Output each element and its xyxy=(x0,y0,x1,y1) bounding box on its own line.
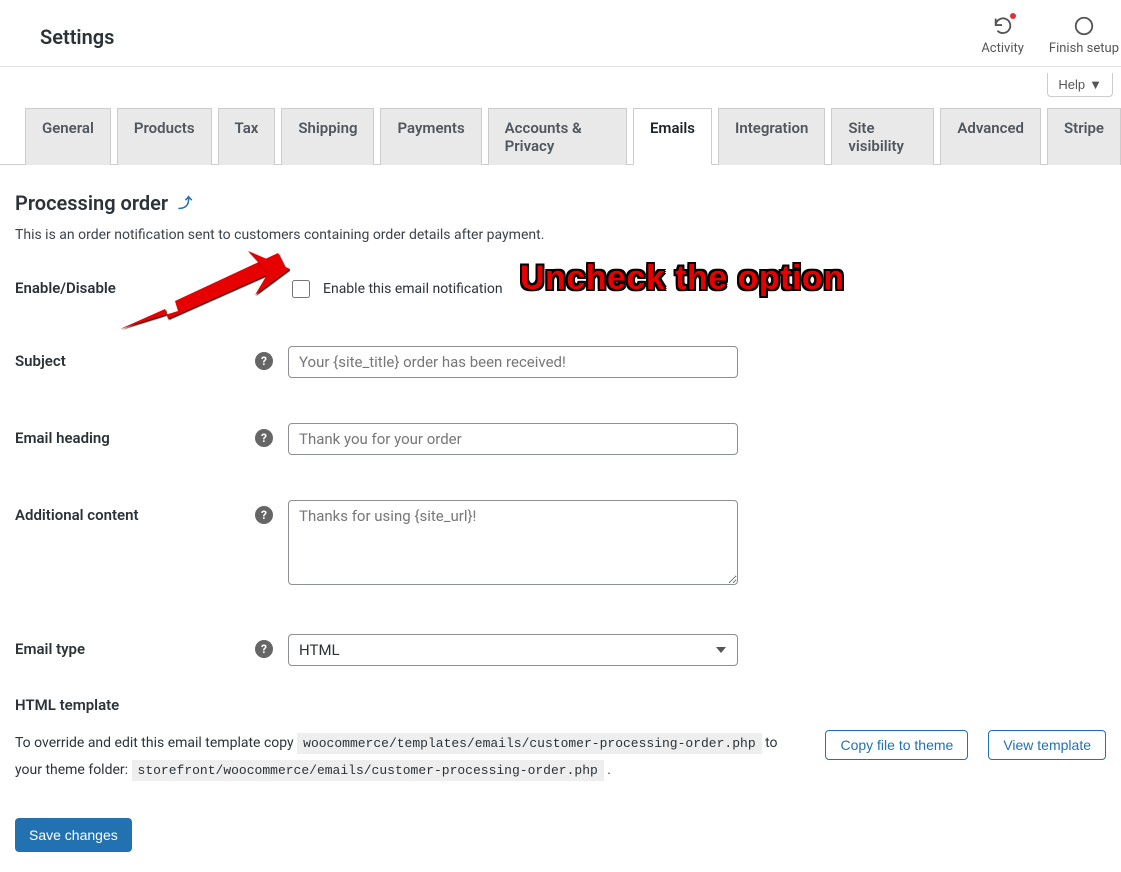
template-section-title: HTML template xyxy=(15,696,1106,714)
heading-input[interactable] xyxy=(288,423,738,455)
circle-icon xyxy=(1073,15,1095,41)
finish-setup-button[interactable]: Finish setup xyxy=(1049,15,1119,56)
page-header-title: Settings xyxy=(40,25,114,49)
help-label: Help xyxy=(1058,77,1085,92)
subject-label: Subject xyxy=(15,346,255,370)
template-prefix: To override and edit this email template… xyxy=(15,735,297,751)
additional-textarea[interactable] xyxy=(288,500,738,585)
help-icon[interactable]: ? xyxy=(255,640,273,658)
additional-label: Additional content xyxy=(15,500,255,524)
copy-file-button[interactable]: Copy file to theme xyxy=(825,730,968,760)
type-label: Email type xyxy=(15,634,255,658)
view-template-button[interactable]: View template xyxy=(988,730,1106,760)
content-area: Processing order ⤴ This is an order noti… xyxy=(0,165,1121,872)
subject-row: Subject ? xyxy=(15,346,1106,378)
heading-label: Email heading xyxy=(15,423,255,447)
top-bar: Settings Activity Finish setup xyxy=(0,0,1121,67)
page-title-text: Processing order xyxy=(15,191,168,215)
additional-row: Additional content ? xyxy=(15,500,1106,589)
activity-icon xyxy=(992,15,1014,41)
help-row: Help ▼ xyxy=(0,67,1121,97)
chevron-down-icon: ▼ xyxy=(1089,77,1102,92)
tab-accounts-privacy[interactable]: Accounts & Privacy xyxy=(488,108,627,165)
tab-tax[interactable]: Tax xyxy=(218,108,276,165)
tab-integration[interactable]: Integration xyxy=(718,108,825,165)
template-path2: storefront/woocommerce/emails/customer-p… xyxy=(132,760,604,781)
enable-row: Enable/Disable Enable this email notific… xyxy=(15,273,1106,301)
tab-site-visibility[interactable]: Site visibility xyxy=(831,108,934,165)
enable-checkbox[interactable] xyxy=(292,280,310,298)
enable-label: Enable/Disable xyxy=(15,273,255,297)
template-row: To override and edit this email template… xyxy=(15,730,1106,783)
save-button[interactable]: Save changes xyxy=(15,818,132,852)
page-title: Processing order ⤴ xyxy=(15,191,1106,215)
tab-general[interactable]: General xyxy=(25,108,111,165)
settings-tabs: GeneralProductsTaxShippingPaymentsAccoun… xyxy=(0,97,1121,165)
enable-checkbox-label: Enable this email notification xyxy=(323,281,503,297)
tab-emails[interactable]: Emails xyxy=(633,108,712,165)
page-description: This is an order notification sent to cu… xyxy=(15,227,1106,243)
help-icon[interactable]: ? xyxy=(255,352,273,370)
template-path1: woocommerce/templates/emails/customer-pr… xyxy=(297,733,761,754)
finish-setup-label: Finish setup xyxy=(1049,41,1119,56)
tab-products[interactable]: Products xyxy=(117,108,212,165)
tab-advanced[interactable]: Advanced xyxy=(940,108,1041,165)
tab-shipping[interactable]: Shipping xyxy=(281,108,374,165)
activity-label: Activity xyxy=(981,41,1024,56)
tab-stripe[interactable]: Stripe xyxy=(1047,108,1121,165)
subject-input[interactable] xyxy=(288,346,738,378)
type-select[interactable]: HTML xyxy=(288,634,738,666)
template-text: To override and edit this email template… xyxy=(15,730,805,783)
back-link[interactable]: ⤴ xyxy=(178,193,192,213)
heading-row: Email heading ? xyxy=(15,423,1106,455)
help-icon[interactable]: ? xyxy=(255,506,273,524)
activity-button[interactable]: Activity xyxy=(981,15,1024,56)
template-suffix: . xyxy=(607,762,611,778)
tab-payments[interactable]: Payments xyxy=(380,108,481,165)
type-row: Email type ? HTML xyxy=(15,634,1106,666)
topbar-actions: Activity Finish setup xyxy=(981,15,1121,56)
help-toggle[interactable]: Help ▼ xyxy=(1047,73,1113,97)
help-icon[interactable]: ? xyxy=(255,429,273,447)
